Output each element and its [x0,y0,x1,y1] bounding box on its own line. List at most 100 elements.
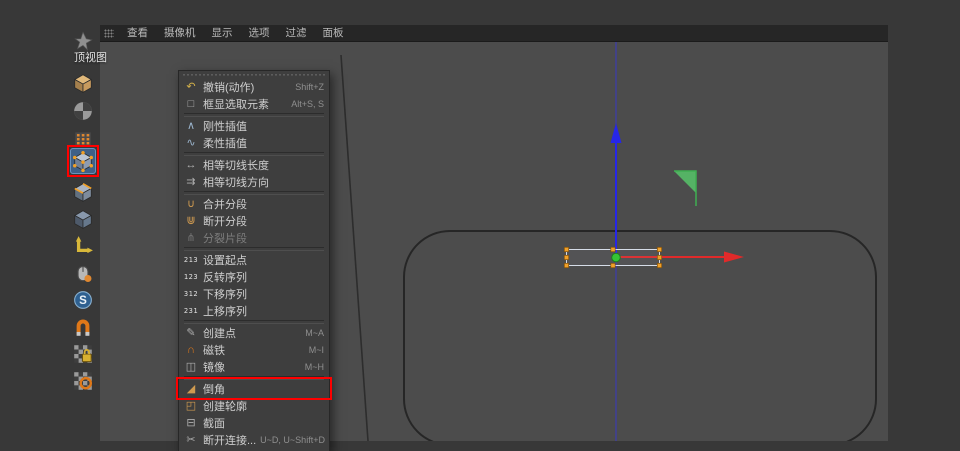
context-menu-item-break-segment[interactable]: ⋓ 断开分段 [179,212,329,229]
equal-tangent-direction-icon: ⇉ [183,175,199,189]
menu-item-label: 下移序列 [203,286,247,302]
menu-item-label: 磁铁 [203,342,225,358]
polygons-mode-button[interactable] [70,206,96,232]
move-up-sequence-icon: 231 [183,304,199,318]
workplane-grid-icon [72,370,94,392]
context-menu-item-frame-selected-elements[interactable]: □框显选取元素Alt+S, S [179,95,329,112]
svg-text:S: S [79,295,87,307]
texture-mode-icon [72,100,94,122]
menu-item-display[interactable]: 显示 [204,25,241,41]
context-menu-item-cross-section[interactable]: ⊟截面 [179,414,329,431]
workplane-grid-button[interactable] [70,368,96,394]
enable-axis-icon [72,235,94,257]
context-menu-item-equal-tangent-length[interactable]: ↔ 相等切线长度 [179,156,329,173]
menu-item-cameras[interactable]: 摄像机 [156,25,204,41]
bevel-icon: ◢ [183,382,199,396]
menu-item-label: 相等切线方向 [203,174,269,190]
texture-mode-button[interactable] [70,98,96,124]
edges-mode-button[interactable] [70,179,96,205]
soft-interpolation-icon: ∿ [183,136,199,150]
equal-tangent-length-icon: ↔ [183,158,199,172]
menu-separator [184,247,324,251]
magnet-tool-button[interactable] [70,314,96,340]
context-menu-item-create-point[interactable]: ✎ 创建点 M~A [179,324,329,341]
edges-mode-icon [72,181,94,203]
create-point-icon: ✎ [183,326,199,340]
menu-item-label: 倒角 [203,381,225,397]
workplane-lock-button[interactable] [70,341,96,367]
menu-item-shortcut: Shift+Z [291,82,324,92]
mirror-icon: ◫ [183,360,199,374]
menu-item-shortcut: U~D, U~Shift+D [256,435,325,445]
menu-item-label: 断开分段 [203,213,247,229]
menu-separator [184,191,324,195]
polygons-mode-icon [72,208,94,230]
menu-item-view[interactable]: 查看 [119,25,156,41]
menu-item-label: 镜像 [203,359,225,375]
join-segment-icon: ∪ [183,197,199,211]
snap-toggle-button[interactable]: S [70,287,96,313]
model-mode-button[interactable] [70,70,96,96]
undo-icon: ↶ [183,80,199,94]
menu-item-label: 柔性插值 [203,135,247,151]
menu-item-shortcut: M~I [305,345,324,355]
context-menu-item-explode-segments[interactable]: ⋔分裂片段 [179,229,329,246]
menu-item-filter[interactable]: 过滤 [278,25,315,41]
menu-item-label: 相等切线长度 [203,157,269,173]
menu-item-label: 断开连接... [203,432,256,448]
menu-item-label: 分裂片段 [203,230,247,246]
snap-toggle-icon: S [72,289,94,311]
menu-separator [184,113,324,117]
menu-item-label: 反转序列 [203,269,247,285]
menu-item-label: 刚性插值 [203,118,247,134]
menu-item-label: 创建轮廓 [203,398,247,414]
disconnect-icon: ✂ [183,433,199,447]
context-menu-item-move-up-sequence[interactable]: 231上移序列 [179,302,329,319]
uv-mode-icon [72,128,94,150]
menu-item-options[interactable]: 选项 [241,25,278,41]
context-menu-item-soft-interpolation[interactable]: ∿ 柔性插值 [179,134,329,151]
make-editable-icon [72,30,94,52]
enable-axis-button[interactable] [70,233,96,259]
frame-selection-icon: □ [183,97,199,111]
menu-separator [184,376,324,380]
menu-grip-icon[interactable] [104,29,114,38]
context-menu-item-join-segment[interactable]: ∪ 合并分段 [179,195,329,212]
points-mode-button[interactable] [70,148,96,174]
hard-interpolation-icon: ∧ [183,119,199,133]
menu-items: 查看摄像机显示选项过滤面板 [119,25,352,41]
context-menu-item-undo-action[interactable]: ↶ 撤销(动作) Shift+Z [179,78,329,95]
context-menu-item-disconnect[interactable]: ✂ 断开连接...U~D, U~Shift+D [179,431,329,448]
menu-item-shortcut: Alt+S, S [287,99,324,109]
context-menu-item-bevel[interactable]: ◢ 倒角 [179,380,329,397]
app-window: 查看摄像机显示选项过滤面板 顶视图 S ↶撤销(动作)Shift+Z□框显选取元… [0,0,960,451]
menu-item-shortcut: M~H [301,362,324,372]
snap-cursor-icon [72,262,94,284]
context-menu-item-set-first-point[interactable]: 213 设置起点 [179,251,329,268]
set-first-point-icon: 213 [183,253,199,267]
cross-section-icon: ⊟ [183,416,199,430]
context-menu-item-mirror[interactable]: ◫ 镜像 M~H [179,358,329,375]
context-menu-item-equal-tangent-direction[interactable]: ⇉ 相等切线方向 [179,173,329,190]
context-menu-item-move-down-sequence[interactable]: 312 下移序列 [179,285,329,302]
snap-cursor-button[interactable] [70,260,96,286]
break-segment-icon: ⋓ [183,214,199,228]
viewport-menu-bar: 查看摄像机显示选项过滤面板 [100,25,888,42]
create-outline-icon: ◰ [183,399,199,413]
context-menu-item-hard-interpolation[interactable]: ∧ 刚性插值 [179,117,329,134]
menu-item-label: 撤销(动作) [203,79,254,95]
menu-item-panel[interactable]: 面板 [315,25,352,41]
context-menu-item-reverse-sequence[interactable]: 123 反转序列 [179,268,329,285]
menu-item-label: 合并分段 [203,196,247,212]
reverse-sequence-icon: 123 [183,270,199,284]
move-down-sequence-icon: 312 [183,287,199,301]
workplane-lock-icon [72,343,94,365]
menu-item-label: 设置起点 [203,252,247,268]
context-menu-item-magnet[interactable]: ∩磁铁M~I [179,341,329,358]
context-menu-item-create-outline[interactable]: ◰ 创建轮廓 [179,397,329,414]
menu-item-shortcut: M~A [301,328,324,338]
points-mode-icon [72,150,94,172]
make-editable-button[interactable] [70,28,96,54]
magnet-tool-icon [72,316,94,338]
menu-item-label: 创建点 [203,325,236,341]
